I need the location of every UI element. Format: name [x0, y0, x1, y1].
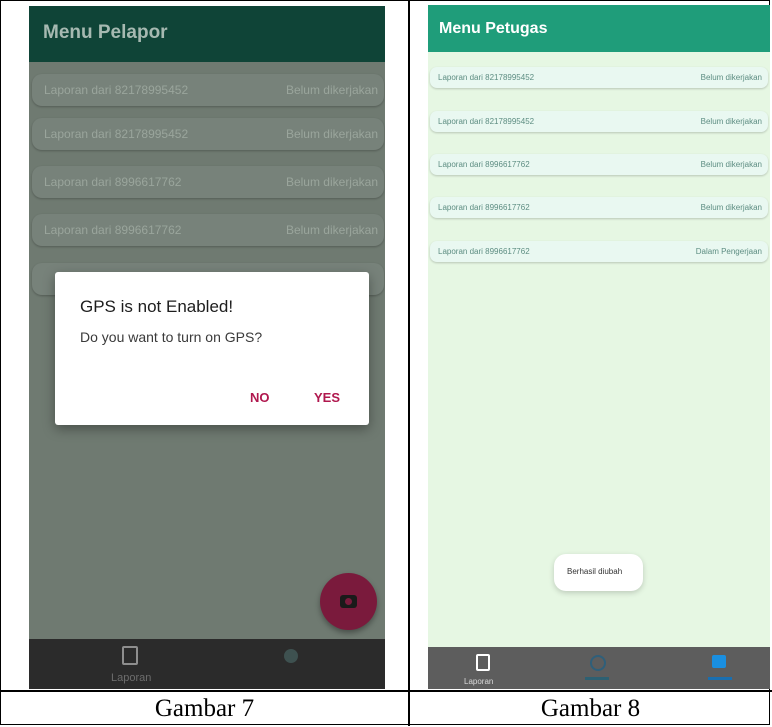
list-item[interactable]: Laporan dari 8996617762 Belum dikerjakan: [430, 197, 768, 218]
list-item[interactable]: Laporan dari 8996617762 Belum dikerjakan: [32, 166, 384, 198]
map-nav-icon[interactable]: [284, 649, 298, 663]
chat-icon[interactable]: [712, 655, 726, 668]
app-bar: Menu Petugas: [428, 5, 770, 52]
bottom-nav: Laporan: [29, 639, 385, 689]
camera-fab-button[interactable]: [320, 573, 377, 630]
report-label: Laporan dari 8996617762: [438, 203, 530, 212]
page-title: Menu Pelapor: [43, 22, 168, 43]
dialog-title: GPS is not Enabled!: [80, 297, 234, 316]
dialog-message: Do you want to turn on GPS?: [80, 329, 263, 345]
list-item[interactable]: Laporan dari 8996617762 Belum dikerjakan: [32, 214, 384, 246]
toast-text: Berhasil diubah: [567, 567, 623, 576]
toast-message: Berhasil diubah: [554, 554, 643, 591]
list-item[interactable]: Laporan dari 82178995452 Belum dikerjaka…: [430, 111, 768, 132]
table-divider-horizontal: [1, 690, 772, 692]
list-item[interactable]: Laporan dari 82178995452 Belum dikerjaka…: [430, 67, 768, 88]
report-status: Belum dikerjakan: [700, 203, 762, 212]
report-label: Laporan dari 8996617762: [44, 223, 182, 237]
no-button[interactable]: NO: [250, 390, 270, 405]
list-item[interactable]: Laporan dari 82178995452 Belum dikerjaka…: [32, 74, 384, 106]
report-label: Laporan dari 82178995452: [44, 83, 189, 97]
report-status: Belum dikerjakan: [285, 175, 378, 189]
report-status: Belum dikerjakan: [700, 160, 762, 169]
nav-label-3[interactable]: [708, 677, 732, 680]
figure-table: Menu Pelapor Laporan dari 82178995452 Be…: [0, 0, 772, 726]
report-label: Laporan dari 82178995452: [438, 117, 535, 126]
report-status: Belum dikerjakan: [700, 73, 762, 82]
report-status: Dalam Pengerjaan: [695, 247, 762, 256]
report-label: Laporan dari 82178995452: [44, 127, 189, 141]
app-bar: Menu Pelapor: [29, 6, 385, 62]
table-divider-vertical: [408, 1, 410, 726]
screen-menu-pelapor: Menu Pelapor Laporan dari 82178995452 Be…: [29, 6, 385, 689]
report-status: Belum dikerjakan: [285, 83, 378, 97]
list-item[interactable]: Laporan dari 82178995452 Belum dikerjaka…: [32, 118, 384, 150]
report-status: Belum dikerjakan: [285, 223, 378, 237]
screen-menu-petugas: Menu Petugas Laporan dari 82178995452 Be…: [428, 5, 770, 689]
yes-button[interactable]: YES: [314, 390, 340, 405]
list-item[interactable]: Laporan dari 8996617762 Dalam Pengerjaan: [430, 241, 768, 262]
caption-gambar-8: Gambar 8: [540, 695, 641, 722]
nav-label-laporan[interactable]: Laporan: [111, 672, 151, 684]
clipboard-icon[interactable]: [122, 646, 138, 665]
list-item[interactable]: Laporan dari 8996617762 Belum dikerjakan: [430, 154, 768, 175]
report-label: Laporan dari 8996617762: [44, 175, 182, 189]
nav-label-laporan[interactable]: Laporan: [464, 677, 493, 686]
report-label: Laporan dari 8996617762: [438, 247, 530, 256]
camera-lens: [345, 598, 352, 605]
report-status: Belum dikerjakan: [700, 117, 762, 126]
page-title: Menu Petugas: [439, 20, 548, 37]
report-label: Laporan dari 8996617762: [438, 160, 530, 169]
report-label: Laporan dari 82178995452: [438, 73, 535, 82]
nav-label-2[interactable]: [585, 677, 609, 680]
map-nav-icon[interactable]: [590, 655, 606, 671]
bottom-nav: Laporan: [428, 647, 770, 689]
report-status: Belum dikerjakan: [285, 127, 378, 141]
caption-gambar-7: Gambar 7: [154, 695, 255, 722]
gps-dialog: GPS is not Enabled! Do you want to turn …: [55, 272, 369, 425]
clipboard-icon[interactable]: [476, 654, 490, 671]
